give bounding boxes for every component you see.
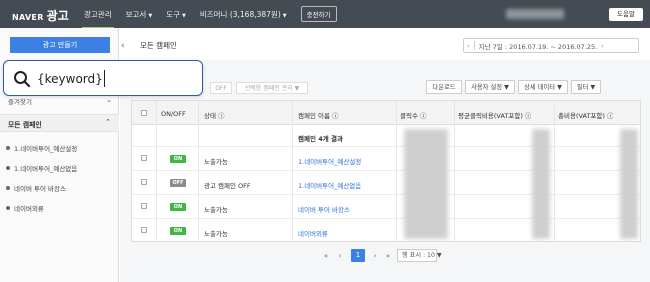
onoff-toggle[interactable]: ON bbox=[170, 203, 186, 211]
rows-per-page-select[interactable]: 행 표시 : 10 ▼ bbox=[397, 249, 442, 262]
create-ad-button[interactable]: 광고 만들기 bbox=[10, 37, 110, 53]
header-onoff[interactable]: ON/OFF bbox=[161, 110, 186, 118]
divider bbox=[473, 41, 475, 50]
user-settings-dropdown[interactable]: 사용자 설정 ▼ bbox=[465, 80, 515, 94]
blurred-cpc-column bbox=[532, 129, 550, 239]
onoff-toggle[interactable]: OFF bbox=[170, 179, 186, 187]
row-checkbox[interactable] bbox=[141, 155, 147, 161]
nav-item-bizmoney[interactable]: 비즈머니 (3,168,387원) ▼ bbox=[200, 9, 287, 20]
nav-item-label: 보고서 bbox=[125, 9, 147, 19]
sidebar-item-campaign[interactable]: 네이버 투어 바캉스 bbox=[6, 178, 116, 198]
nav-item-ad-management[interactable]: 광고관리 bbox=[82, 9, 114, 29]
select-all-checkbox[interactable] bbox=[141, 110, 147, 116]
row-checkbox[interactable] bbox=[141, 227, 147, 233]
status-text: 노출가능 bbox=[204, 206, 228, 214]
top-nav: NAVER 광고 광고관리 보고서 ▼ 도구 ▼ 비즈머니 (3,168,387원)… bbox=[0, 0, 650, 29]
sidebar-item-campaign[interactable]: 네이버외류 bbox=[6, 198, 116, 218]
chevron-down-icon: ▼ bbox=[181, 12, 186, 19]
prev-page-button[interactable]: ‹ bbox=[334, 250, 346, 262]
summary-row: 캠페인 4개 결과 bbox=[298, 135, 343, 143]
chevron-down-icon: ▼ bbox=[282, 12, 287, 19]
first-page-button[interactable]: « bbox=[320, 250, 332, 262]
chevron-down-icon: ▼ bbox=[148, 12, 153, 19]
sidebar-all-campaigns[interactable]: 모든 캠페인 ⌃ bbox=[0, 114, 119, 132]
nav-item-tools[interactable]: 도구 ▼ bbox=[166, 9, 186, 20]
status-text: 광고 캠페인 OFF bbox=[204, 182, 251, 190]
last-page-button[interactable]: » bbox=[382, 250, 394, 262]
blurred-cost-column bbox=[620, 129, 638, 239]
sidebar-item-label: 1.네이버투어_예산설정 bbox=[14, 145, 78, 153]
next-page-button[interactable]: › bbox=[369, 250, 381, 262]
collapse-sidebar-button[interactable]: ‹ bbox=[121, 40, 133, 52]
sidebar-item-label: 네이버 투어 바캉스 bbox=[14, 185, 66, 193]
sidebar-item-label: 네이버외류 bbox=[14, 205, 44, 213]
header-avg-cpc[interactable]: 평균클릭비용(VAT포함) ⓘ bbox=[458, 110, 531, 120]
campaign-name-link[interactable]: 네이버외류 bbox=[298, 228, 328, 238]
search-icon bbox=[14, 71, 31, 88]
detail-data-dropdown[interactable]: 상세 데이터 ▼ bbox=[518, 80, 568, 94]
blurred-clicks-column bbox=[404, 129, 448, 239]
chevron-right-icon[interactable]: › bbox=[601, 42, 604, 50]
brand-ad: 광고 bbox=[46, 9, 69, 23]
onoff-toggle[interactable]: ON bbox=[170, 155, 186, 163]
bullet-icon bbox=[6, 206, 10, 210]
nav-item-label: 도구 bbox=[166, 9, 180, 19]
campaign-name-link[interactable]: 네이버 투어 바캉스 bbox=[298, 204, 350, 214]
search-overlay[interactable] bbox=[3, 60, 203, 96]
onoff-toggle[interactable]: ON bbox=[170, 227, 186, 235]
row-checkbox[interactable] bbox=[141, 203, 147, 209]
header-total-cost[interactable]: 총비용(VAT포함) ⓘ bbox=[558, 110, 613, 120]
row-checkbox[interactable] bbox=[141, 179, 147, 185]
charge-button[interactable]: 충전하기 bbox=[300, 6, 337, 22]
header-campaign-name[interactable]: 캠페인 이름 ⓘ bbox=[298, 110, 339, 120]
header-status[interactable]: 상태 ⓘ bbox=[204, 110, 225, 120]
page-title: 모든 캠페인 bbox=[140, 41, 177, 50]
status-text: 노출가능 bbox=[204, 158, 228, 166]
nav-item-label: 광고관리 bbox=[84, 9, 112, 19]
chevron-left-icon[interactable]: ‹ bbox=[467, 42, 470, 50]
search-input[interactable] bbox=[37, 68, 197, 90]
naver-ad-logo[interactable]: NAVER 광고 bbox=[12, 7, 69, 24]
bullet-icon bbox=[6, 146, 10, 150]
sidebar-item-label: 1.네이버투어_예산없음 bbox=[14, 165, 78, 173]
campaign-name-link[interactable]: 1.네이버투어_예산설정 bbox=[298, 156, 361, 166]
date-range-picker[interactable]: ‹ 지난 7일 : 2016.07.19. ~ 2016.07.25. › bbox=[463, 38, 639, 53]
text-cursor bbox=[104, 70, 105, 87]
bullet-icon bbox=[6, 166, 10, 170]
download-button[interactable]: 다운로드 bbox=[426, 80, 462, 94]
nav-item-reports[interactable]: 보고서 ▼ bbox=[126, 9, 153, 20]
filter-dropdown[interactable]: 필터 ▼ bbox=[571, 80, 601, 94]
user-account-blurred[interactable] bbox=[506, 9, 564, 19]
bullet-icon bbox=[6, 186, 10, 190]
status-text: 노출가능 bbox=[204, 230, 228, 238]
campaign-table: ON/OFF 상태 ⓘ 캠페인 이름 ⓘ 클릭수 ⓘ 평균클릭비용(VAT포함)… bbox=[131, 100, 641, 242]
nav-menu: 광고관리 보고서 ▼ 도구 ▼ 비즈머니 (3,168,387원) ▼ 충전하기 bbox=[82, 0, 337, 29]
all-campaigns-label: 모든 캠페인 bbox=[8, 121, 42, 129]
chevron-down-icon: ⌄ bbox=[106, 96, 112, 104]
sidebar-campaign-list: 1.네이버투어_예산설정 1.네이버투어_예산없음 네이버 투어 바캉스 네이버… bbox=[6, 138, 116, 218]
brand-naver: NAVER bbox=[12, 13, 44, 22]
date-range-label: 지난 7일 : 2016.07.19. ~ 2016.07.25. bbox=[478, 42, 598, 51]
campaign-name-link[interactable]: 1.네이버투어_예산없음 bbox=[298, 180, 361, 190]
nav-item-label: 비즈머니 (3,168,387원) bbox=[199, 9, 281, 19]
off-button[interactable]: OFF bbox=[210, 82, 232, 94]
page-number-current[interactable]: 1 bbox=[351, 249, 365, 262]
header-clicks[interactable]: 클릭수 ⓘ bbox=[400, 110, 427, 120]
manage-selected-campaigns-dropdown[interactable]: 선택한 캠페인 관리 ▼ bbox=[236, 82, 308, 94]
help-button[interactable]: 도움말 bbox=[609, 8, 643, 21]
chevron-up-icon: ⌃ bbox=[105, 118, 111, 126]
sidebar-item-campaign[interactable]: 1.네이버투어_예산없음 bbox=[6, 158, 116, 178]
favorites-label: 즐겨찾기 bbox=[8, 98, 32, 106]
sidebar-item-campaign[interactable]: 1.네이버투어_예산설정 bbox=[6, 138, 116, 158]
sidebar-favorites[interactable]: 즐겨찾기 ⌄ bbox=[8, 96, 112, 108]
